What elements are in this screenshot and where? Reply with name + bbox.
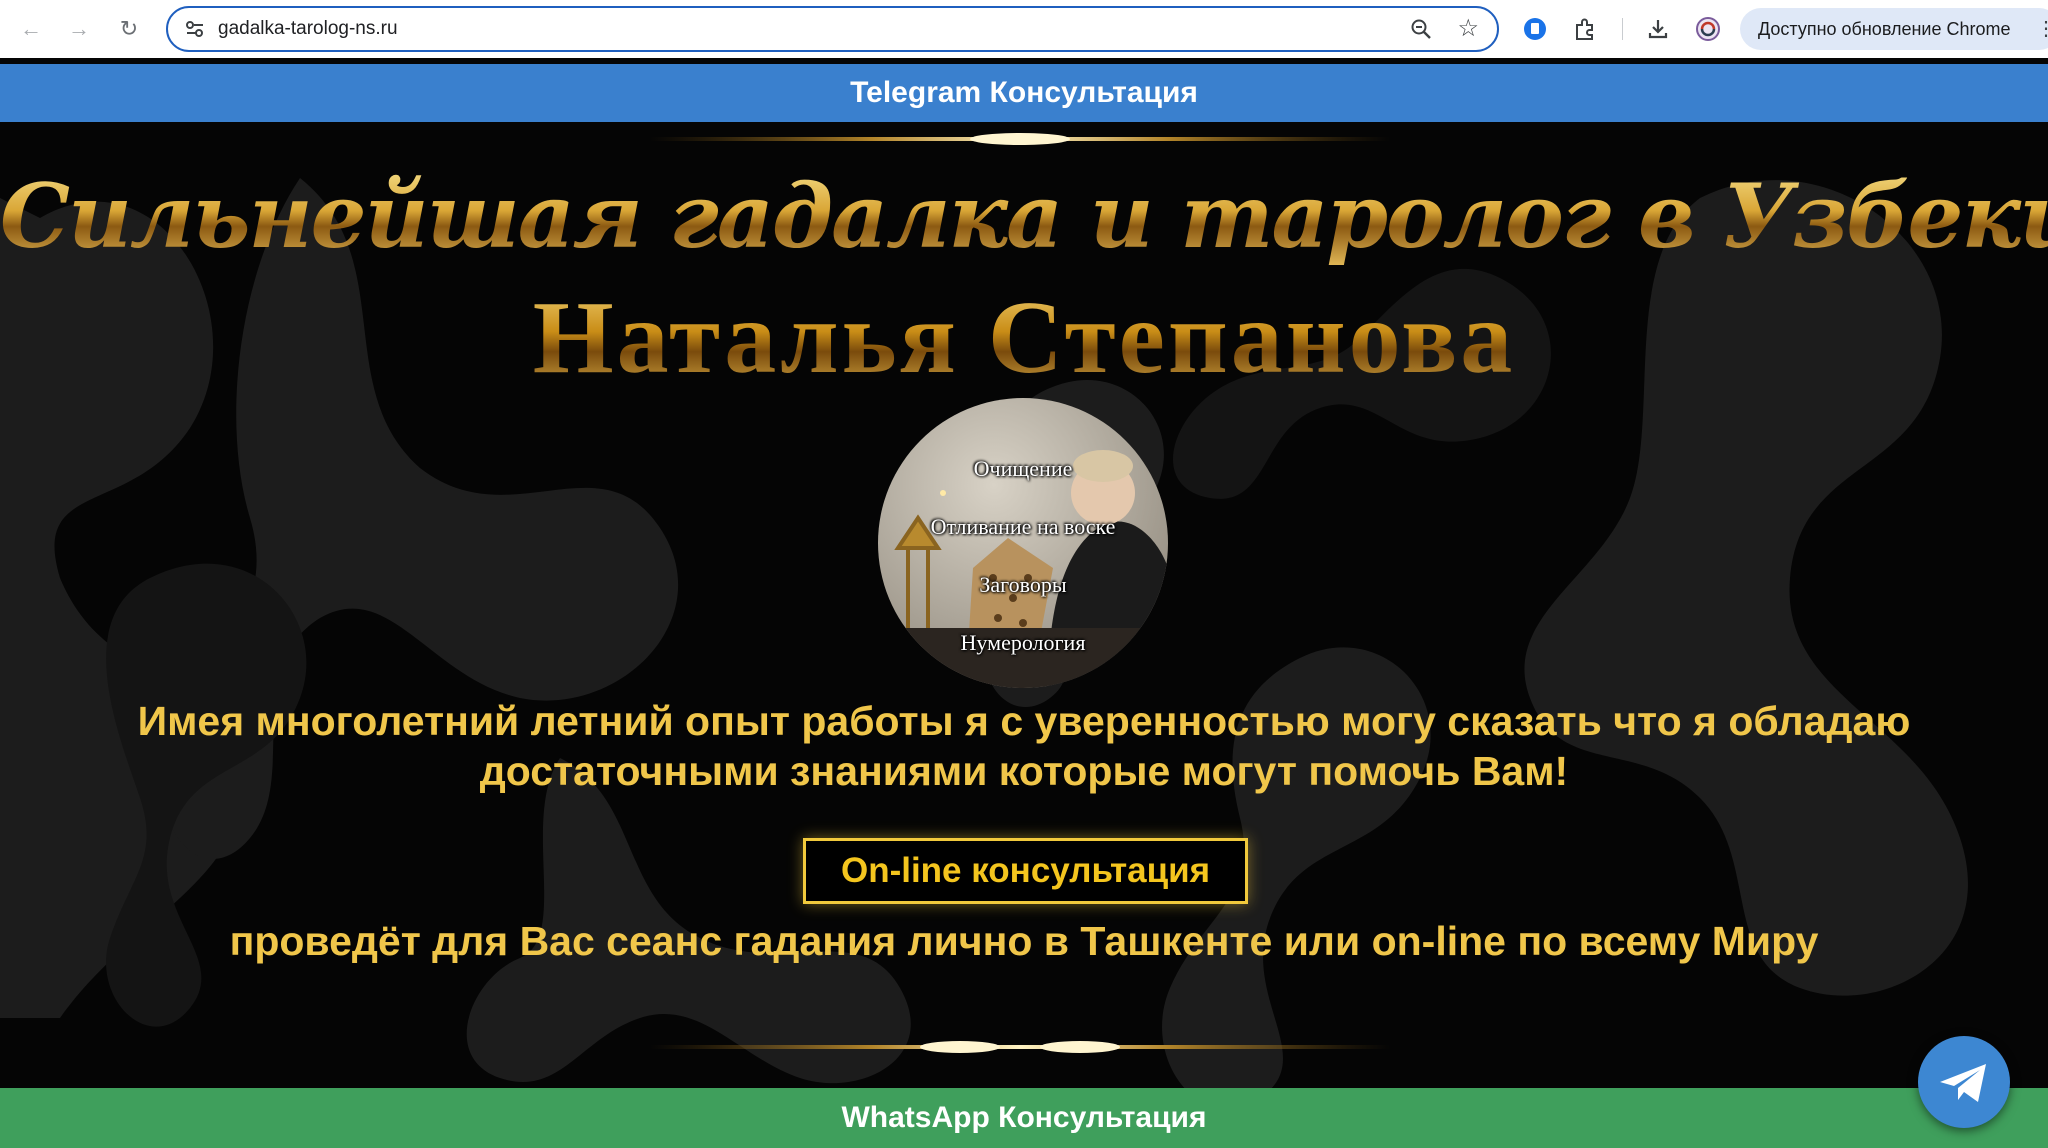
web-page: Telegram Консультация Сильнейшая гадалка…: [0, 58, 2048, 1148]
download-icon[interactable]: [1645, 16, 1671, 42]
telegram-floating-button[interactable]: [1918, 1036, 2010, 1128]
url-text[interactable]: gadalka-tarolog-ns.ru: [218, 18, 398, 40]
lead-text: Имея многолетний летний опыт работы я с …: [0, 696, 2048, 796]
bookmark-star-icon[interactable]: ☆: [1457, 14, 1479, 43]
lead-line-1: Имея многолетний летний опыт работы я с …: [137, 698, 1911, 744]
headline: Сильнейшая гадалка и таролог в Узбекиста…: [0, 164, 2048, 268]
gold-divider-top: [650, 133, 1390, 145]
sub-text: проведёт для Вас сеанс гадания лично в Т…: [229, 918, 1819, 964]
toolbar-separator: [1622, 18, 1623, 40]
avatar-label-numerology: Нумерология: [960, 630, 1086, 655]
back-icon[interactable]: ←: [16, 14, 46, 44]
avatar-label-wax: Отливание на воске: [930, 514, 1116, 539]
telegram-plane-icon: [1940, 1064, 1986, 1102]
avatar-label-cleansing: Очищение: [973, 456, 1073, 481]
telegram-consultation-bar[interactable]: Telegram Консультация: [0, 64, 2048, 122]
avatar-label-spells: Заговоры: [979, 572, 1067, 597]
chrome-update-label: Доступно обновление Chrome: [1758, 19, 2011, 39]
extension-icon[interactable]: [1522, 16, 1548, 42]
browser-toolbar: ← → ↻ gadalka-tarolog-ns.ru ☆ Доступно о…: [0, 0, 2048, 58]
chrome-update-button[interactable]: Доступно обновление Chrome ⋮: [1740, 8, 2048, 50]
profile-avatar-icon[interactable]: [1695, 16, 1721, 42]
address-bar[interactable]: gadalka-tarolog-ns.ru ☆: [166, 6, 1499, 52]
forward-icon[interactable]: →: [64, 14, 94, 44]
menu-dots-icon[interactable]: ⋮: [2036, 8, 2048, 50]
avatar-photo: Очищение Отливание на воске Заговоры Нум…: [878, 398, 1168, 688]
site-info-icon[interactable]: [184, 18, 206, 40]
online-consultation-button[interactable]: On-line консультация: [803, 838, 1248, 904]
tarot-reader-name: Наталья Степанова: [0, 278, 2048, 397]
zoom-icon[interactable]: [1409, 17, 1433, 41]
whatsapp-consultation-bar[interactable]: WhatsApp Консультация: [0, 1088, 2048, 1148]
lead-line-2: достаточными знаниями которые могут помо…: [479, 748, 1569, 794]
extensions-puzzle-icon[interactable]: [1572, 16, 1598, 42]
gold-divider-bottom: [650, 1041, 1390, 1053]
reload-icon[interactable]: ↻: [114, 14, 144, 44]
